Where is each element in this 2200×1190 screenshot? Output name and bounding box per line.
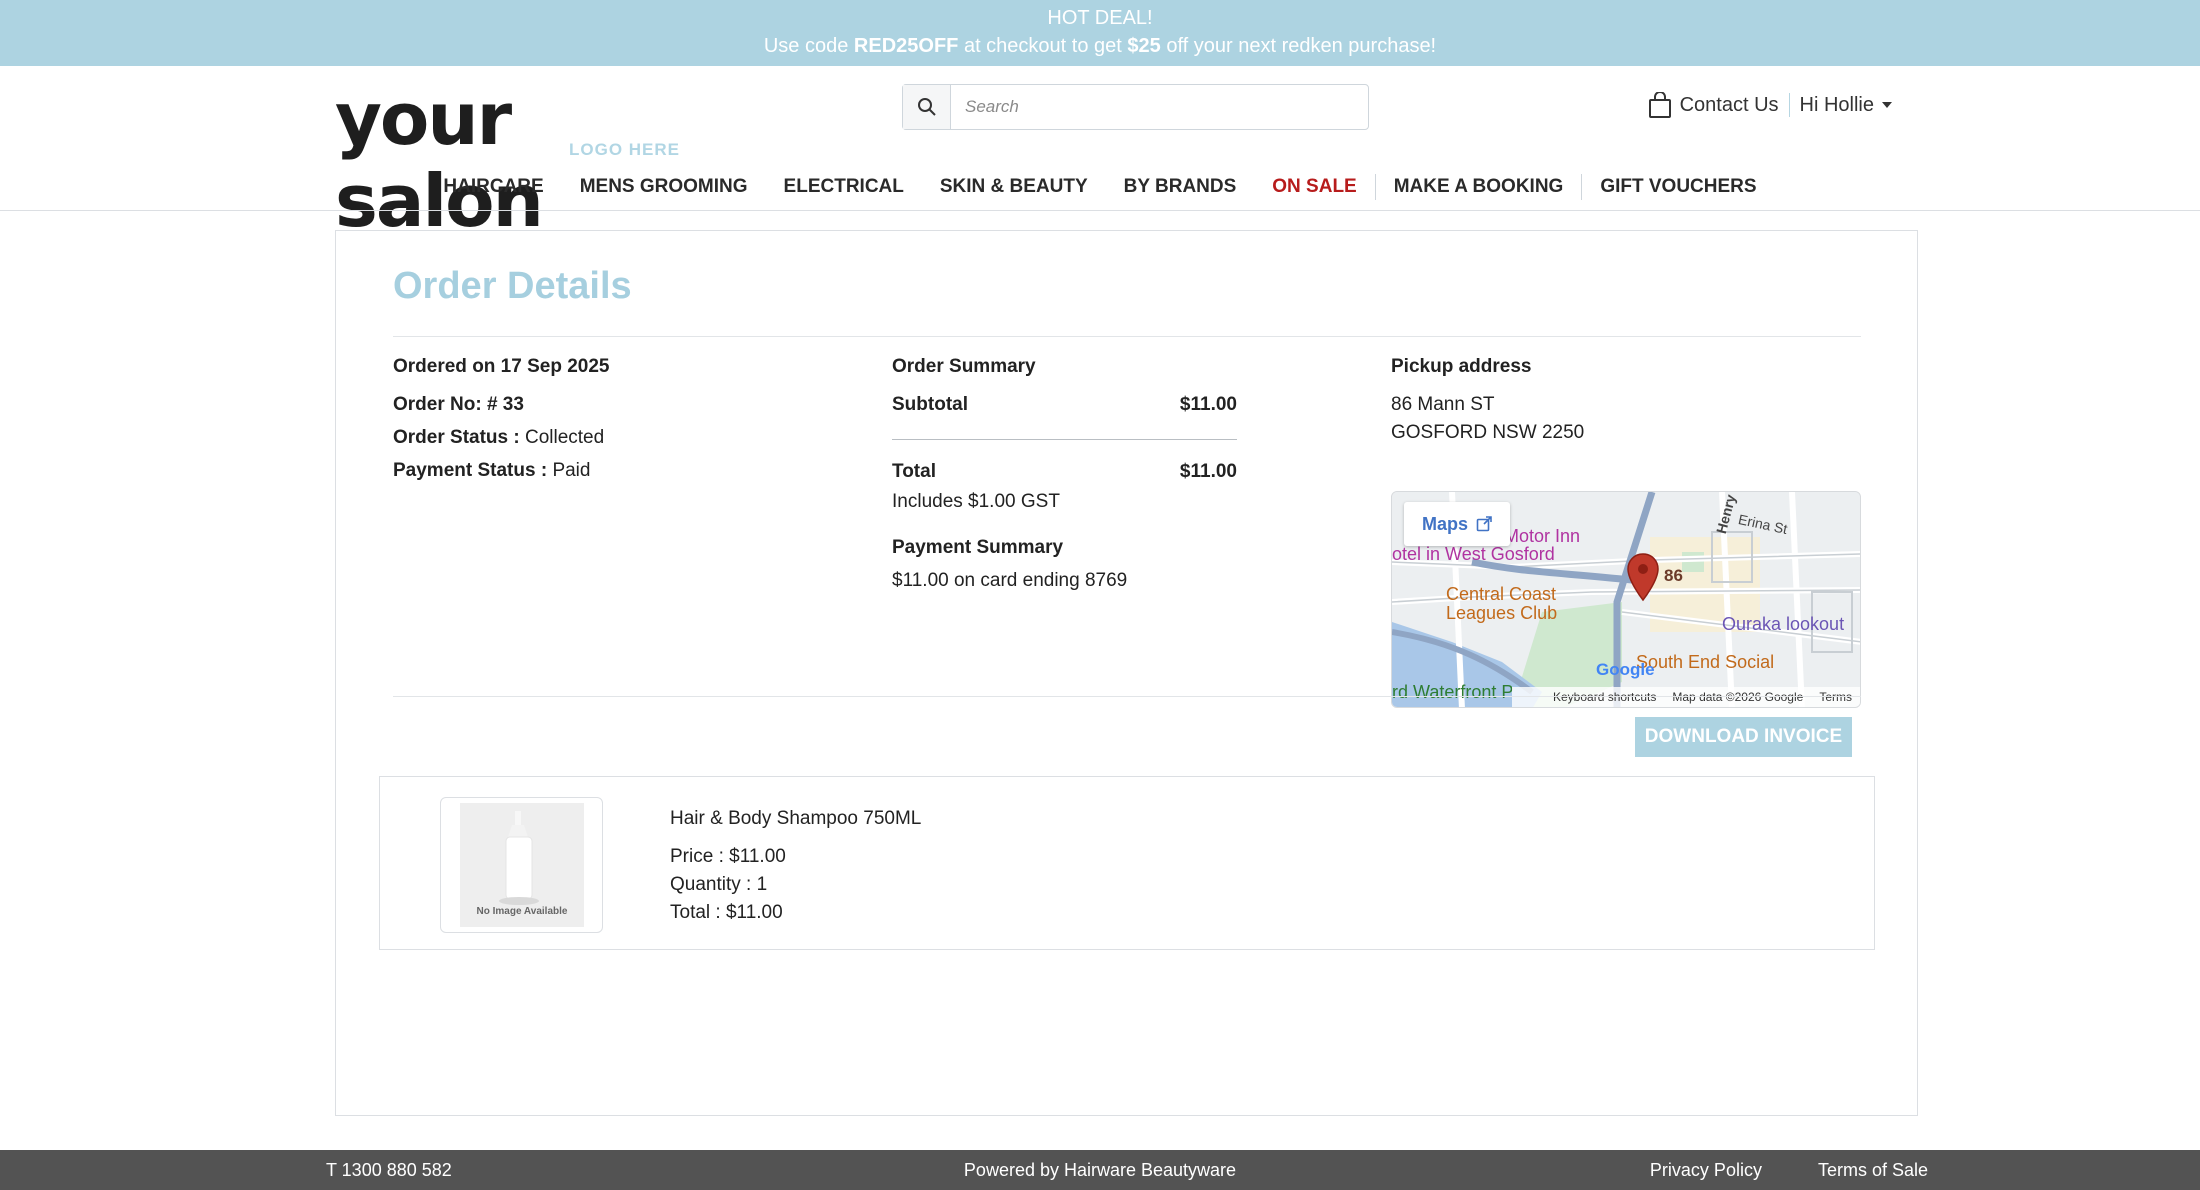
- order-status-label: Order Status :: [393, 427, 520, 448]
- nav-electrical[interactable]: ELECTRICAL: [784, 176, 904, 198]
- divider: [393, 336, 1861, 337]
- item-info: Hair & Body Shampoo 750ML Price : $11.00…: [670, 805, 921, 927]
- logo-subtext: LOGO HERE: [569, 140, 681, 159]
- order-summary-heading: Order Summary: [892, 356, 1036, 377]
- map-terms-link[interactable]: Terms: [1819, 690, 1852, 704]
- summary-divider: [892, 439, 1237, 440]
- nav-haircare[interactable]: HAIRCARE: [443, 176, 543, 198]
- page-title: Order Details: [393, 265, 632, 307]
- maps-button-label: Maps: [1421, 513, 1468, 534]
- pickup-map[interactable]: 86 Erina St Henry otel in West Gosford M…: [1391, 491, 1861, 708]
- keyboard-shortcuts-link[interactable]: Keyboard shortcuts: [1553, 690, 1656, 704]
- order-summary: Order Summary Subtotal $11.00 Total $11.00…: [892, 355, 1237, 593]
- map-data-attribution: Map data ©2026 Google: [1672, 690, 1804, 704]
- divider: [393, 696, 1861, 697]
- map-pin-label: 86: [1664, 566, 1683, 585]
- terms-of-sale-link[interactable]: Terms of Sale: [1818, 1160, 1928, 1181]
- no-image-text: No Image Available: [476, 906, 568, 917]
- google-logo: Google: [1596, 660, 1655, 679]
- site-footer: T 1300 880 582 Powered by Hairware Beaut…: [0, 1150, 2200, 1190]
- promo-text: Use code RED25OFF at checkout to get $25…: [0, 36, 2200, 56]
- map-label-ouraka-lookout: Ouraka lookout: [1722, 614, 1845, 634]
- pickup-line2: GOSFORD NSW 2250: [1391, 422, 1585, 443]
- map-pin-icon: [1627, 553, 1659, 602]
- promo-text-mid: at checkout to get: [958, 35, 1128, 57]
- product-thumbnail[interactable]: No Image Available: [440, 797, 603, 933]
- total-label: Total: [892, 461, 936, 482]
- ordered-on: Ordered on 17 Sep 2025: [393, 356, 610, 377]
- nav-divider: [1374, 174, 1376, 200]
- nav-skin-beauty[interactable]: SKIN & BEAUTY: [940, 176, 1088, 198]
- user-greeting: Hi Hollie: [1799, 93, 1874, 116]
- footer-links: Privacy Policy Terms of Sale: [1650, 1160, 1928, 1181]
- cart-bag-icon[interactable]: [1648, 92, 1672, 118]
- search-input[interactable]: [951, 85, 1368, 129]
- order-status-value: Collected: [524, 427, 605, 448]
- item-total: Total : $11.00: [670, 902, 783, 923]
- map-footer: Keyboard shortcuts Map data ©2026 Google…: [1512, 687, 1860, 707]
- map-label-south-end-social: South End Social: [1636, 652, 1775, 672]
- promo-banner: HOT DEAL! Use code RED25OFF at checkout …: [0, 0, 2200, 66]
- pickup-line1: 86 Mann ST: [1391, 394, 1495, 415]
- download-invoice-button[interactable]: DOWNLOAD INVOICE: [1635, 717, 1852, 757]
- nav-gift-vouchers[interactable]: GIFT VOUCHERS: [1600, 176, 1756, 198]
- external-link-icon: [1476, 516, 1492, 532]
- header-utility: Contact Us Hi Hollie: [1648, 92, 1892, 118]
- nav-by-brands[interactable]: BY BRANDS: [1124, 176, 1237, 198]
- map-label-central-coast: Central Coast: [1446, 584, 1557, 604]
- header-divider: [1788, 93, 1790, 117]
- search-bar: [902, 84, 1369, 130]
- site-logo[interactable]: your salon LOGO HERE: [335, 78, 685, 242]
- item-price: Price : $11.00: [670, 846, 786, 867]
- payment-summary-text: $11.00 on card ending 8769: [892, 570, 1128, 591]
- order-info: Ordered on 17 Sep 2025 Order No: # 33 Or…: [393, 355, 833, 483]
- map-label-hotel: otel in West Gosford: [1392, 544, 1555, 564]
- payment-summary-heading: Payment Summary: [892, 537, 1064, 558]
- contact-us-link[interactable]: Contact Us: [1680, 94, 1779, 117]
- promo-text-post: off your next redken purchase!: [1160, 35, 1437, 57]
- payment-status-label: Payment Status :: [393, 460, 548, 481]
- user-menu[interactable]: Hi Hollie: [1800, 94, 1892, 117]
- item-name[interactable]: Hair & Body Shampoo 750ML: [670, 805, 921, 833]
- nav-make-a-booking[interactable]: MAKE A BOOKING: [1394, 176, 1564, 198]
- total-row: Total $11.00: [892, 460, 1237, 484]
- promo-code: RED25OFF: [853, 35, 959, 57]
- search-button[interactable]: [903, 85, 951, 129]
- pickup-heading: Pickup address: [1391, 356, 1532, 377]
- nav-divider-line: [0, 210, 2200, 211]
- subtotal-label: Subtotal: [892, 394, 968, 415]
- logo-wordmark: your salon: [335, 77, 544, 243]
- item-quantity: Quantity : 1: [670, 874, 768, 895]
- subtotal-row: Subtotal $11.00: [892, 393, 1237, 417]
- map-label-waterfront: rd Waterfront P: [1392, 682, 1514, 702]
- order-details-card: Order Details Ordered on 17 Sep 2025 Ord…: [335, 230, 1918, 1116]
- pickup-address: Pickup address 86 Mann ST GOSFORD NSW 22…: [1391, 355, 1861, 708]
- main-nav: HAIRCARE MENS GROOMING ELECTRICAL SKIN &…: [0, 164, 2200, 210]
- search-icon: [917, 98, 936, 116]
- map-label-motor-inn: Motor Inn: [1504, 526, 1581, 546]
- payment-status: Payment Status : Paid: [393, 459, 833, 483]
- payment-status-value: Paid: [552, 460, 591, 481]
- promo-text-pre: Use code: [763, 35, 854, 57]
- nav-divider: [1581, 174, 1583, 200]
- privacy-policy-link[interactable]: Privacy Policy: [1650, 1160, 1762, 1181]
- order-item: No Image Available Hair & Body Shampoo 7…: [379, 776, 1875, 950]
- subtotal-value: $11.00: [1179, 394, 1237, 415]
- total-value: $11.00: [1179, 461, 1237, 482]
- map-label-leagues-club: Leagues Club: [1446, 603, 1558, 623]
- open-in-maps-button[interactable]: Maps: [1404, 502, 1510, 546]
- gst-note: Includes $1.00 GST: [892, 491, 1060, 512]
- promo-title: HOT DEAL!: [1047, 7, 1153, 29]
- promo-amount: $25: [1127, 35, 1161, 57]
- nav-on-sale[interactable]: ON SALE: [1272, 176, 1356, 198]
- chevron-down-icon: [1882, 102, 1892, 109]
- nav-mens-grooming[interactable]: MENS GROOMING: [580, 176, 748, 198]
- order-number: Order No: # 33: [393, 394, 524, 415]
- product-image-placeholder: No Image Available: [460, 803, 584, 927]
- order-status: Order Status : Collected: [393, 426, 833, 450]
